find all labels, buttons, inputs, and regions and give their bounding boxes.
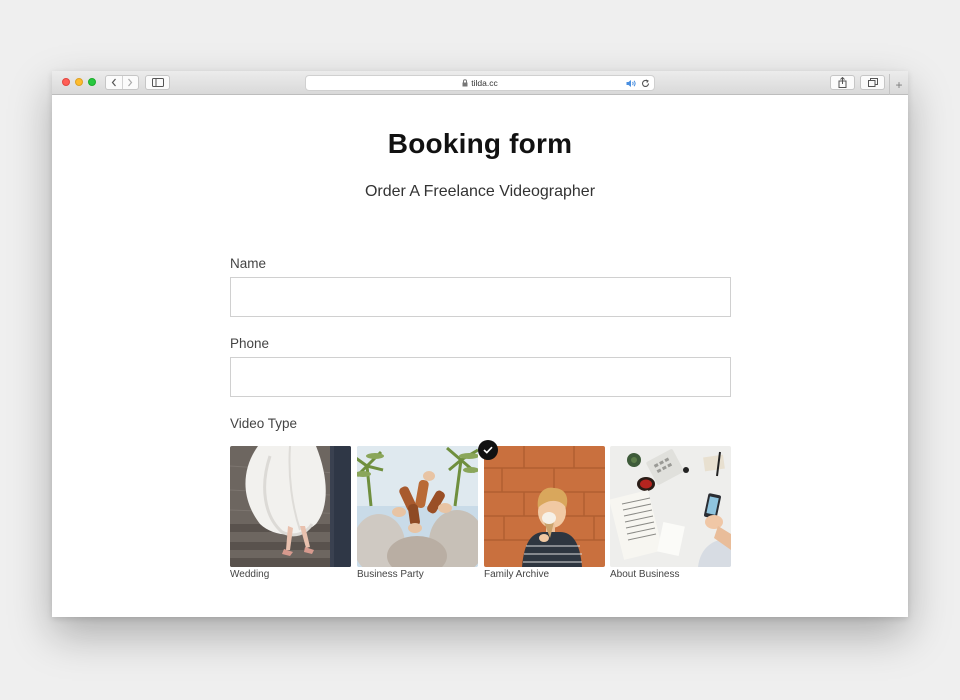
sidebar-icon bbox=[151, 78, 164, 87]
phone-input[interactable] bbox=[230, 357, 731, 397]
chevron-left-icon bbox=[111, 78, 116, 87]
selected-check-icon bbox=[478, 440, 498, 460]
url-text: tilda.cc bbox=[471, 78, 498, 88]
close-window-button[interactable] bbox=[62, 78, 70, 86]
video-type-caption: Wedding bbox=[230, 569, 270, 580]
speaker-icon[interactable] bbox=[626, 79, 637, 88]
video-type-caption: About Business bbox=[610, 569, 680, 580]
video-type-option-business-party[interactable]: Business Party bbox=[357, 446, 478, 581]
maximize-window-button[interactable] bbox=[88, 78, 96, 86]
child-with-ice-cream-photo bbox=[484, 446, 605, 567]
office-desk-photo bbox=[610, 446, 731, 567]
address-bar[interactable]: tilda.cc bbox=[305, 75, 655, 91]
browser-window: tilda.cc + Booking form Order A Freelanc… bbox=[52, 71, 908, 617]
reload-icon[interactable] bbox=[641, 79, 650, 88]
phone-label: Phone bbox=[230, 336, 270, 351]
forward-button[interactable] bbox=[121, 76, 139, 89]
page-content: Booking form Order A Freelance Videograp… bbox=[52, 95, 908, 617]
video-type-caption: Business Party bbox=[357, 569, 424, 580]
video-type-option-about-business[interactable]: About Business bbox=[610, 446, 731, 581]
browser-toolbar: tilda.cc + bbox=[52, 71, 908, 95]
name-input[interactable] bbox=[230, 277, 731, 317]
wedding-photo bbox=[230, 446, 351, 567]
page-title: Booking form bbox=[387, 128, 573, 159]
share-button[interactable] bbox=[830, 75, 855, 90]
share-icon bbox=[838, 77, 847, 88]
name-label: Name bbox=[230, 256, 267, 271]
video-type-label: Video Type bbox=[230, 416, 298, 431]
lock-icon bbox=[462, 79, 468, 87]
tabs-icon bbox=[867, 78, 878, 87]
tab-overview-button[interactable] bbox=[860, 75, 885, 90]
history-nav-group bbox=[105, 75, 139, 90]
chevron-right-icon bbox=[128, 78, 133, 87]
minimize-window-button[interactable] bbox=[75, 78, 83, 86]
video-type-option-wedding[interactable]: Wedding bbox=[230, 446, 351, 581]
party-toast-photo bbox=[357, 446, 478, 567]
page-subtitle: Order A Freelance Videographer bbox=[364, 183, 596, 200]
sidebar-toggle-button[interactable] bbox=[145, 75, 170, 90]
new-tab-button[interactable]: + bbox=[889, 74, 908, 95]
video-type-caption: Family Archive bbox=[484, 569, 550, 580]
back-button[interactable] bbox=[106, 76, 122, 89]
plus-icon: + bbox=[895, 77, 903, 92]
video-type-option-family-archive[interactable]: Family Archive bbox=[478, 440, 605, 581]
